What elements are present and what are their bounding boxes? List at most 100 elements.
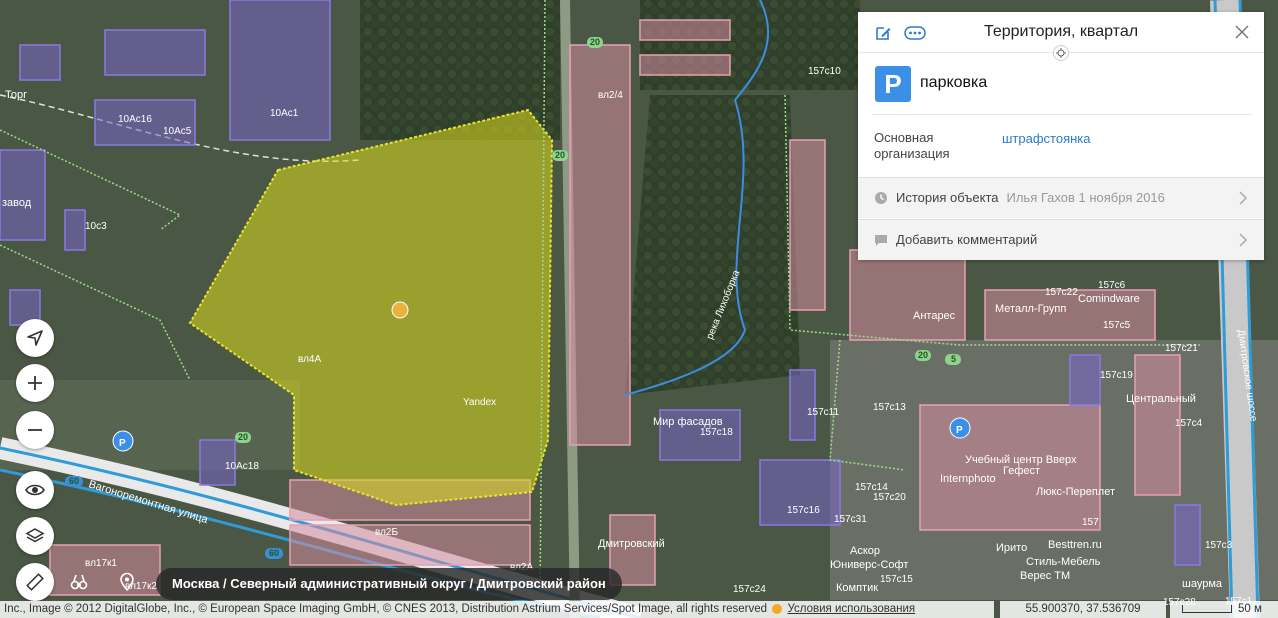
- map-label: вл2/4: [598, 90, 623, 101]
- organization-link[interactable]: штрафстоянка: [1002, 131, 1091, 146]
- yandex-logo-icon: [772, 603, 783, 614]
- plus-icon: [28, 376, 42, 390]
- map-pin-icon: [120, 572, 134, 592]
- panel-title: Территория, квартал: [983, 23, 1139, 40]
- zoom-out-button[interactable]: [16, 411, 54, 449]
- coordinates-readout: 55.900370, 37.536709: [1000, 601, 1166, 618]
- place-marker-button[interactable]: [108, 563, 146, 601]
- map-label: 157с16: [787, 505, 820, 516]
- history-label: История объекта: [896, 190, 999, 205]
- svg-text:20: 20: [555, 150, 565, 160]
- map-label: 157с20: [873, 492, 906, 503]
- map-label: Аскор: [850, 545, 880, 557]
- map-label: 157с10: [808, 66, 841, 77]
- locate-object-button[interactable]: [1053, 45, 1069, 61]
- map-label: Юниверс-Софт: [830, 559, 908, 571]
- map-label: Металл-Групп: [995, 303, 1066, 315]
- view-mode-button[interactable]: [16, 471, 54, 509]
- layers-button[interactable]: [16, 517, 54, 555]
- map-label: завод: [2, 197, 32, 209]
- map-label: Дмитровский: [598, 538, 665, 550]
- map-label: 157с24: [733, 584, 766, 595]
- map-label: 157с11: [807, 407, 840, 418]
- map-label: вл2Б: [375, 527, 398, 538]
- map-label: Ирито: [996, 542, 1027, 554]
- map-label: шаурма: [1182, 578, 1223, 590]
- chevron-right-icon: [1239, 191, 1248, 205]
- close-icon[interactable]: [1234, 24, 1250, 40]
- map-label: Comindware: [1078, 293, 1140, 305]
- map-label: 10Ас16: [118, 114, 152, 125]
- svg-text:20: 20: [590, 37, 600, 47]
- map-label: 157с6: [1098, 280, 1126, 291]
- map-label: 157с18: [700, 427, 733, 438]
- clock-icon: [875, 192, 887, 204]
- scale-bar: 50 м: [1170, 601, 1278, 618]
- parking-poi-icon[interactable]: [391, 301, 409, 319]
- category-name: парковка: [920, 74, 988, 91]
- add-comment-row[interactable]: Добавить комментарий: [858, 219, 1264, 260]
- ruler-button[interactable]: [16, 563, 54, 601]
- scale-ruler: [1182, 605, 1232, 613]
- chevron-right-icon: [1239, 233, 1248, 247]
- ruler-icon: [26, 573, 44, 591]
- organization-label: Основная организация: [874, 130, 950, 161]
- svg-text:P: P: [956, 425, 963, 436]
- map-label: вл4А: [298, 354, 321, 365]
- copyright-bar: Inc., Image © 2012 DigitalGlobe, Inc., ©…: [0, 601, 994, 618]
- parking-marker-icon[interactable]: P: [949, 417, 971, 439]
- map-label: Торг: [5, 89, 27, 101]
- map-label: Верес ТМ: [1020, 570, 1070, 582]
- add-comment-label: Добавить комментарий: [896, 232, 1038, 247]
- map-label: Антарес: [913, 310, 956, 322]
- map-label: 157с22: [1045, 287, 1078, 298]
- binoculars-icon: [70, 574, 88, 590]
- svg-text:P: P: [119, 438, 126, 449]
- map-label: 157с15: [880, 574, 913, 585]
- eye-icon: [25, 484, 45, 496]
- map-label: 157с21: [1165, 343, 1198, 354]
- map-label: 157с5: [1103, 320, 1131, 331]
- map-label: 157: [1082, 517, 1099, 528]
- parking-category-icon: P: [875, 66, 911, 102]
- minus-icon: [28, 429, 42, 431]
- breadcrumb[interactable]: Москва / Северный административный округ…: [156, 568, 622, 600]
- object-history-row[interactable]: История объекта Илья Гахов 1 ноября 2016: [858, 177, 1264, 218]
- map-label: 157с3: [1205, 540, 1233, 551]
- map-label: 157с19: [1100, 370, 1133, 381]
- map-label: Комптик: [836, 582, 878, 594]
- comment-icon: [875, 235, 887, 246]
- svg-text:60: 60: [69, 476, 79, 486]
- map-label: 10с3: [85, 221, 107, 232]
- map-label: Internphoto: [940, 473, 996, 485]
- map-label: 10Ас18: [225, 461, 259, 472]
- scale-label: 50 м: [1238, 603, 1262, 615]
- svg-text:20: 20: [918, 350, 928, 360]
- divider: [872, 114, 1252, 115]
- map-label: 157с31: [834, 514, 867, 525]
- svg-text:20: 20: [238, 432, 248, 442]
- navigation-arrow-icon: [27, 330, 43, 346]
- crosshair-icon: [1056, 48, 1066, 58]
- geolocation-button[interactable]: [16, 319, 54, 357]
- svg-text:5: 5: [951, 354, 956, 364]
- map-label: 157с4: [1175, 418, 1203, 429]
- panorama-button[interactable]: [60, 563, 98, 601]
- map-label: Гефест: [1003, 465, 1040, 477]
- terms-of-use-link[interactable]: Условия использования: [787, 603, 915, 615]
- copyright-text: Inc., Image © 2012 DigitalGlobe, Inc., ©…: [4, 603, 768, 615]
- yandex-watermark: Yandex: [463, 397, 496, 408]
- map-label: Besttren.ru: [1048, 539, 1102, 551]
- map-label: 157с13: [873, 402, 906, 413]
- panel-header: Территория, квартал: [858, 12, 1264, 61]
- zoom-in-button[interactable]: [16, 364, 54, 402]
- map-label: Люкс-Переплет: [1036, 486, 1115, 498]
- map-label: 10Ас1: [270, 108, 299, 119]
- map-label: 10Ас5: [163, 126, 192, 137]
- history-meta: Илья Гахов 1 ноября 2016: [1006, 190, 1165, 205]
- parking-marker-icon[interactable]: P: [112, 430, 134, 452]
- object-info-panel: Территория, квартал P парковка Основная …: [858, 12, 1264, 260]
- map-label: Центральный: [1126, 393, 1196, 405]
- layers-icon: [25, 528, 45, 543]
- svg-text:60: 60: [269, 548, 279, 558]
